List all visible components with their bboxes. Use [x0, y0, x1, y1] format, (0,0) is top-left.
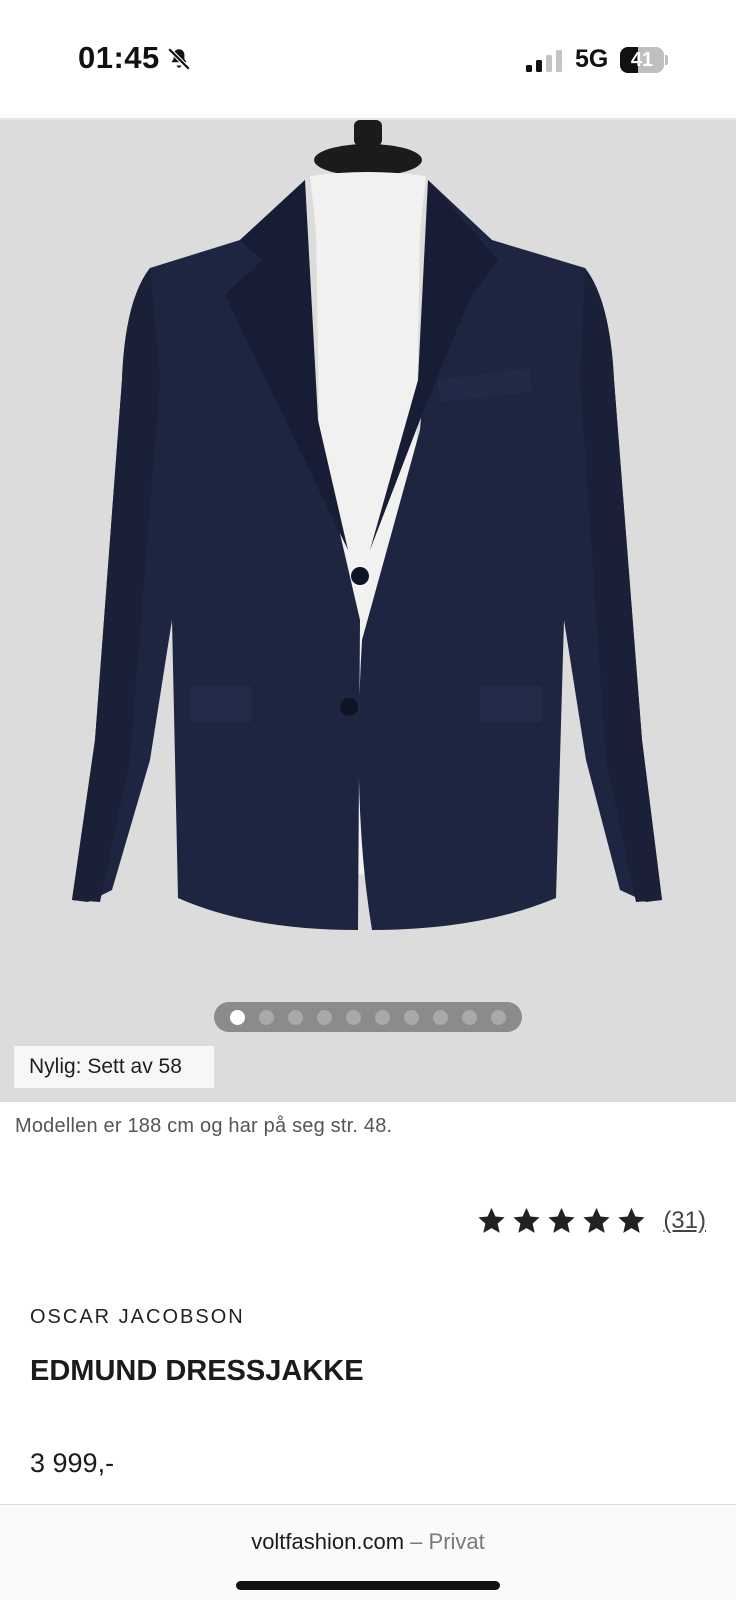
- browsing-mode: Privat: [428, 1529, 485, 1554]
- product-title: EDMUND DRESSJAKKE: [30, 1355, 364, 1387]
- url-domain: voltfashion.com: [251, 1529, 405, 1554]
- battery-icon: 41: [620, 47, 668, 73]
- star-icon: [618, 1207, 645, 1233]
- pager-dot[interactable]: [462, 1009, 477, 1025]
- pager-dot[interactable]: [491, 1009, 506, 1025]
- network-label: 5G: [575, 45, 609, 73]
- star-icon: [583, 1207, 610, 1233]
- product-image: [72, 120, 662, 930]
- product-rating[interactable]: (31): [476, 1206, 706, 1236]
- pager-dot[interactable]: [317, 1009, 332, 1025]
- home-indicator[interactable]: [236, 1581, 500, 1590]
- browser-address-bar[interactable]: voltfashion.com – Privat: [0, 1504, 736, 1600]
- pager-dot[interactable]: [433, 1009, 448, 1025]
- image-pager[interactable]: [214, 1002, 522, 1032]
- rating-count-link[interactable]: (31): [663, 1207, 706, 1235]
- pager-dot[interactable]: [259, 1009, 274, 1025]
- model-size-note: Modellen er 188 cm og har på seg str. 48…: [15, 1115, 393, 1137]
- pager-dot[interactable]: [346, 1009, 361, 1025]
- product-image-gallery[interactable]: Nylig: Sett av 58: [0, 120, 736, 1102]
- url-separator: –: [410, 1529, 423, 1554]
- status-time: 01:45: [78, 40, 160, 75]
- product-price: 3 999,-: [30, 1448, 115, 1478]
- bell-slash-icon: [167, 47, 191, 71]
- product-brand[interactable]: OSCAR JACOBSON: [30, 1306, 245, 1329]
- rating-stars: [476, 1206, 647, 1236]
- pager-dot[interactable]: [288, 1009, 303, 1025]
- star-icon: [478, 1207, 505, 1233]
- url-label[interactable]: voltfashion.com – Privat: [0, 1529, 736, 1555]
- pager-dot[interactable]: [404, 1009, 419, 1025]
- signal-icon: [526, 50, 562, 72]
- recent-views-badge: Nylig: Sett av 58: [14, 1046, 214, 1088]
- pager-dot[interactable]: [230, 1009, 245, 1025]
- star-icon: [548, 1207, 575, 1233]
- star-icon: [513, 1207, 540, 1233]
- status-bar: 01:45 5G 41: [0, 0, 736, 110]
- battery-level: 41: [630, 49, 654, 71]
- pager-dot[interactable]: [375, 1009, 390, 1025]
